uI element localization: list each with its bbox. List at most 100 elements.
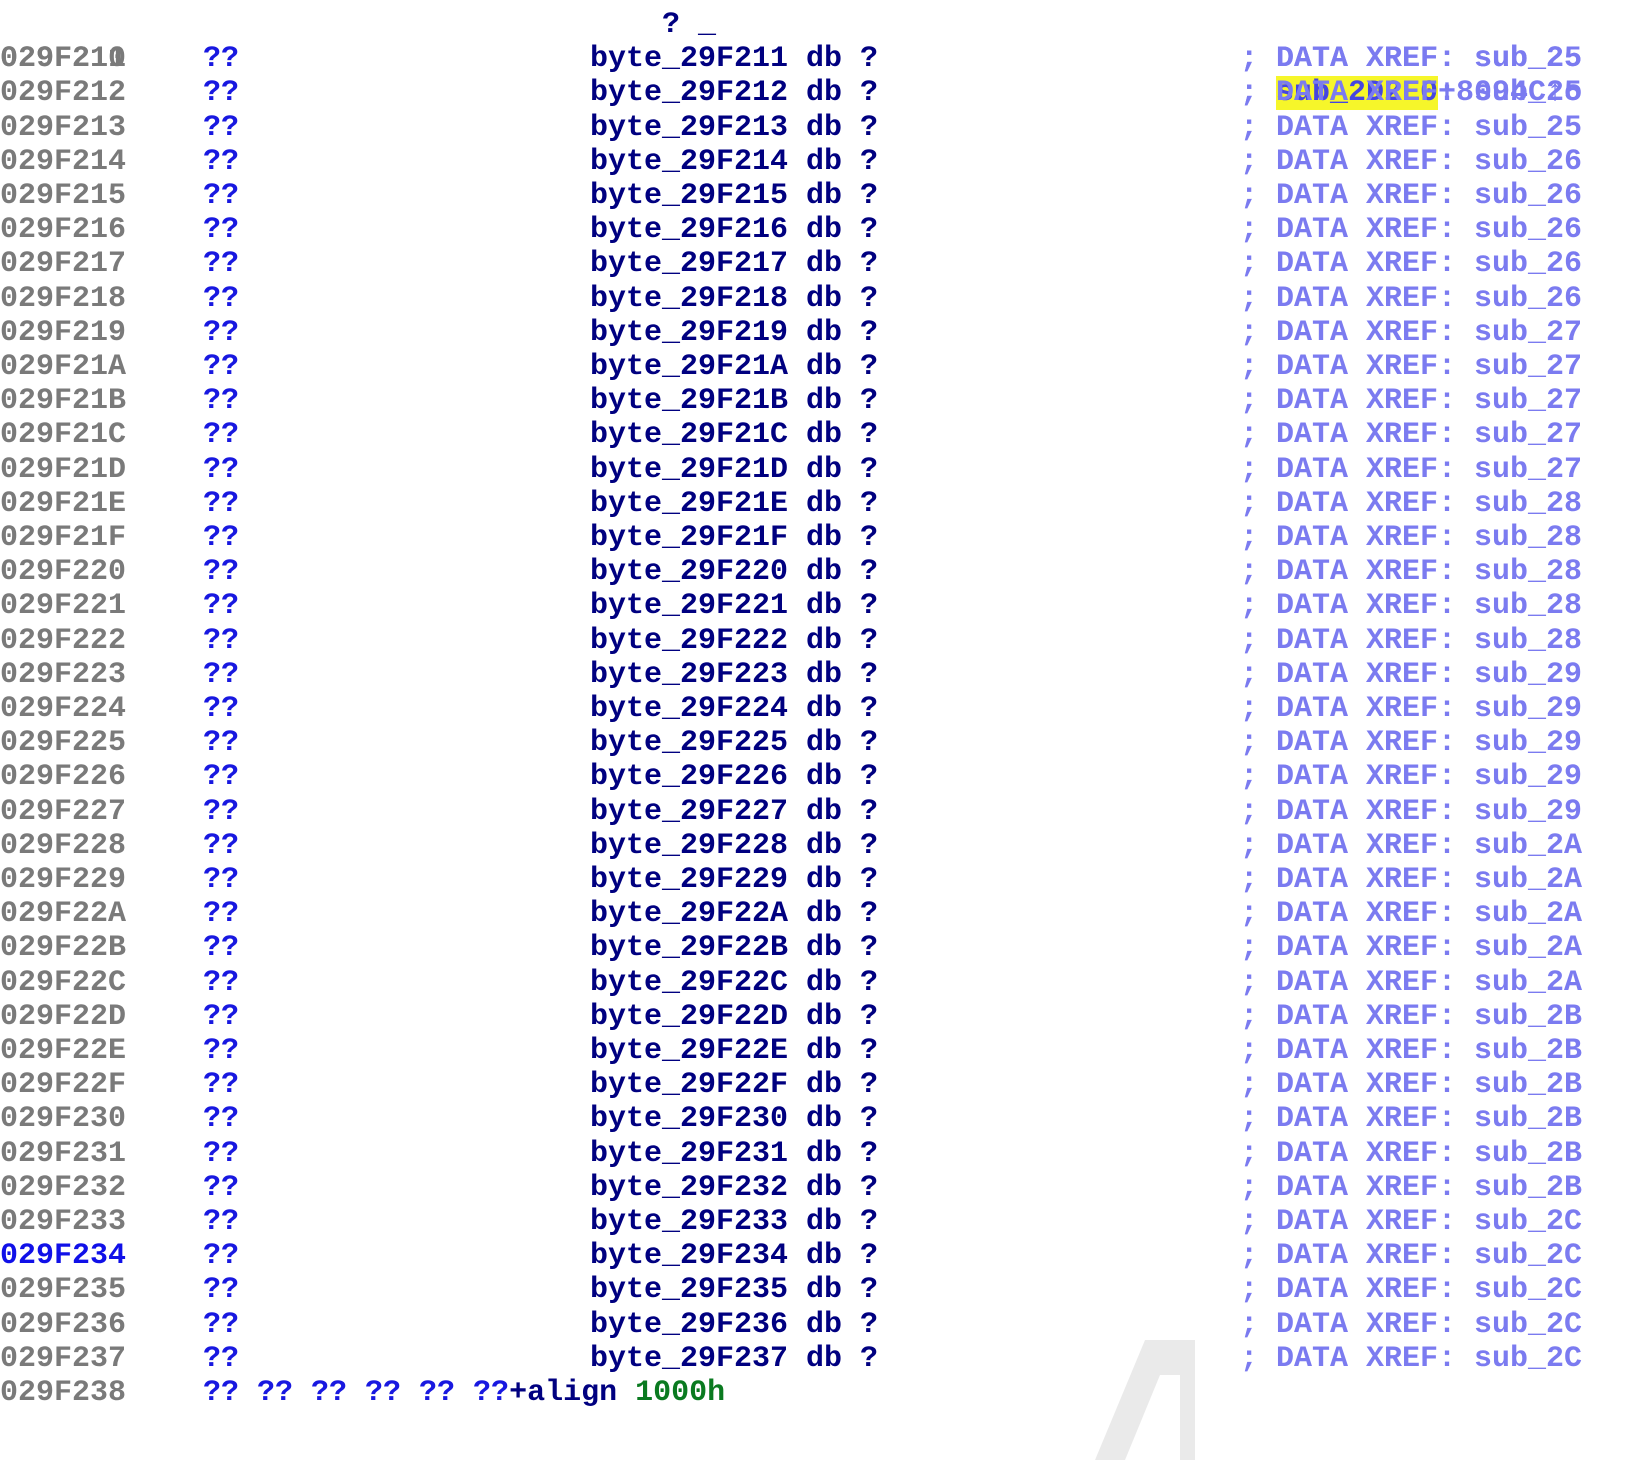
row-comment[interactable]: ; DATA XREF: sub_2A — [1240, 897, 1582, 931]
listing-row[interactable]: 0029F231?? byte_29F231 db ? ; DATA XREF: s… — [0, 1137, 1652, 1171]
listing-row[interactable]: 0029F21B?? byte_29F21B db ? ; DATA XREF: s… — [0, 384, 1652, 418]
row-address[interactable]: 0029F224 — [0, 692, 126, 726]
row-address[interactable]: 0029F232 — [0, 1171, 126, 1205]
row-address[interactable]: 0029F22A — [0, 897, 126, 931]
row-comment[interactable]: ; DATA XREF: sub_2A — [1240, 863, 1582, 897]
listing-row[interactable]: 0029F234?? byte_29F234 db ? ; DATA XREF: s… — [0, 1239, 1652, 1273]
row-address[interactable]: 0029F236 — [0, 1308, 126, 1342]
row-definition[interactable]: byte_29F216 db ? — [590, 213, 878, 247]
row-address[interactable]: 0029F213 — [0, 111, 126, 145]
row-comment[interactable]: ; DATA XREF: sub_2C — [1240, 1308, 1582, 1342]
row-address[interactable]: 0029F22C — [0, 966, 126, 1000]
row-address[interactable]: 0029F211 — [0, 42, 126, 76]
row-definition[interactable]: byte_29F224 db ? — [590, 692, 878, 726]
listing-row[interactable]: 0029F223?? byte_29F223 db ? ; DATA XREF: s… — [0, 658, 1652, 692]
row-definition[interactable]: byte_29F213 db ? — [590, 111, 878, 145]
row-address[interactable]: 0029F222 — [0, 624, 126, 658]
row-comment[interactable]: ; DATA XREF: sub_2B — [1240, 1000, 1582, 1034]
listing-row[interactable]: 0029F22D?? byte_29F22D db ? ; DATA XREF: s… — [0, 1000, 1652, 1034]
listing-row[interactable]: 0029F217?? byte_29F217 db ? ; DATA XREF: s… — [0, 247, 1652, 281]
row-address[interactable]: 0029F21F — [0, 521, 126, 555]
row-comment[interactable]: ; DATA XREF: sub_29 — [1240, 692, 1582, 726]
row-definition[interactable]: byte_29F21C db ? — [590, 418, 878, 452]
listing-row[interactable]: 0029F237?? byte_29F237 db ? ; DATA XREF: s… — [0, 1342, 1652, 1376]
listing-row[interactable]: 0029F22C?? byte_29F22C db ? ; DATA XREF: s… — [0, 966, 1652, 1000]
row-definition[interactable]: byte_29F231 db ? — [590, 1137, 878, 1171]
row-comment[interactable]: ; DATA XREF: sub_2A — [1240, 931, 1582, 965]
listing-row[interactable]: 0029F235?? byte_29F235 db ? ; DATA XREF: s… — [0, 1273, 1652, 1307]
row-definition[interactable]: byte_29F21A db ? — [590, 350, 878, 384]
row-definition[interactable]: byte_29F232 db ? — [590, 1171, 878, 1205]
row-definition[interactable]: byte_29F221 db ? — [590, 589, 878, 623]
listing-row[interactable]: 0029F22B?? byte_29F22B db ? ; DATA XREF: s… — [0, 931, 1652, 965]
row-address[interactable]: 0029F219 — [0, 316, 126, 350]
listing-row[interactable]: 0029F21D?? byte_29F21D db ? ; DATA XREF: s… — [0, 453, 1652, 487]
row-definition[interactable]: byte_29F22A db ? — [590, 897, 878, 931]
row-definition[interactable]: byte_29F21F db ? — [590, 521, 878, 555]
row-definition[interactable]: byte_29F219 db ? — [590, 316, 878, 350]
row-definition[interactable]: byte_29F223 db ? — [590, 658, 878, 692]
row-comment[interactable]: ; DATA XREF: sub_2A — [1240, 966, 1582, 1000]
row-address[interactable]: 0029F237 — [0, 1342, 126, 1376]
row-comment[interactable]: ; DATA XREF: sub_2B — [1240, 1171, 1582, 1205]
row-address[interactable]: 0029F22B — [0, 931, 126, 965]
row-comment[interactable]: ; DATA XREF: sub_26 — [1240, 282, 1582, 316]
row-address[interactable]: 0029F230 — [0, 1102, 126, 1136]
row-address[interactable]: 0029F231 — [0, 1137, 126, 1171]
row-address[interactable]: 0029F21C — [0, 418, 126, 452]
row-address[interactable]: 0029F234 — [0, 1239, 126, 1273]
listing-row[interactable]: 0029F219?? byte_29F219 db ? ; DATA XREF: s… — [0, 316, 1652, 350]
row-definition[interactable]: byte_29F233 db ? — [590, 1205, 878, 1239]
row-address[interactable]: 0029F223 — [0, 658, 126, 692]
row-definition[interactable]: byte_29F222 db ? — [590, 624, 878, 658]
listing-row[interactable]: 0029F213?? byte_29F213 db ? ; DATA XREF: s… — [0, 111, 1652, 145]
row-comment[interactable]: ; DATA XREF: sub_25 — [1240, 111, 1582, 145]
listing-row[interactable]: 0029F228?? byte_29F228 db ? ; DATA XREF: s… — [0, 829, 1652, 863]
listing-row[interactable]: 0029F229?? byte_29F229 db ? ; DATA XREF: s… — [0, 863, 1652, 897]
row-comment[interactable]: ; DATA XREF: sub_29 — [1240, 760, 1582, 794]
row-address[interactable]: 0029F215 — [0, 179, 126, 213]
listing-row[interactable]: 0029F21F?? byte_29F21F db ? ; DATA XREF: s… — [0, 521, 1652, 555]
listing-row[interactable]: 0029F210 ; sub_2D2E0+8094C↑o — [0, 8, 1652, 110]
row-comment[interactable]: ; DATA XREF: sub_2C — [1240, 1342, 1582, 1376]
listing-row-align[interactable]: 0029F238 ?? ?? ?? ?? ?? ??+align 1000h — [0, 1376, 1652, 1410]
listing-row[interactable]: 0029F226?? byte_29F226 db ? ; DATA XREF: s… — [0, 760, 1652, 794]
row-definition[interactable]: byte_29F214 db ? — [590, 145, 878, 179]
row-definition[interactable]: byte_29F22E db ? — [590, 1034, 878, 1068]
row-definition[interactable]: byte_29F22C db ? — [590, 966, 878, 1000]
row-address[interactable]: 0029F233 — [0, 1205, 126, 1239]
row-address[interactable]: 0029F21A — [0, 350, 126, 384]
listing-row[interactable]: 0029F221?? byte_29F221 db ? ; DATA XREF: s… — [0, 589, 1652, 623]
listing-row[interactable]: 0029F236?? byte_29F236 db ? ; DATA XREF: s… — [0, 1308, 1652, 1342]
row-comment[interactable]: ; DATA XREF: sub_25 — [1240, 42, 1582, 76]
row-definition[interactable]: byte_29F230 db ? — [590, 1102, 878, 1136]
listing-row[interactable]: 0029F21C?? byte_29F21C db ? ; DATA XREF: s… — [0, 418, 1652, 452]
listing-row[interactable]: 0029F225?? byte_29F225 db ? ; DATA XREF: s… — [0, 726, 1652, 760]
listing-row-partial[interactable]: ? _ ; DATA XREF: sub_25 — [0, 0, 1652, 76]
row-comment[interactable]: ; DATA XREF: sub_2C — [1240, 1273, 1582, 1307]
row-comment[interactable]: ; DATA XREF: sub_28 — [1240, 624, 1582, 658]
row-address[interactable]: 0029F216 — [0, 213, 126, 247]
row-comment[interactable]: ; DATA XREF: sub_2B — [1240, 1137, 1582, 1171]
row-definition[interactable]: byte_29F21D db ? — [590, 453, 878, 487]
listing-row[interactable]: 0029F222?? byte_29F222 db ? ; DATA XREF: s… — [0, 624, 1652, 658]
row-definition[interactable]: byte_29F217 db ? — [590, 247, 878, 281]
row-address[interactable]: 0029F225 — [0, 726, 126, 760]
row-comment[interactable]: ; DATA XREF: sub_28 — [1240, 487, 1582, 521]
listing-row[interactable]: 0029F230?? byte_29F230 db ? ; DATA XREF: s… — [0, 1102, 1652, 1136]
row-address[interactable]: 0029F22F — [0, 1068, 126, 1102]
row-address[interactable]: 0029F214 — [0, 145, 126, 179]
row-address[interactable]: 0029F221 — [0, 589, 126, 623]
row-definition[interactable]: byte_29F235 db ? — [590, 1273, 878, 1307]
listing-row[interactable]: 0029F218?? byte_29F218 db ? ; DATA XREF: s… — [0, 282, 1652, 316]
row-address[interactable]: 0029F212 — [0, 76, 126, 110]
listing-row[interactable]: 0029F224?? byte_29F224 db ? ; DATA XREF: s… — [0, 692, 1652, 726]
row-address[interactable]: 0029F217 — [0, 247, 126, 281]
row-comment[interactable]: ; DATA XREF: sub_26 — [1240, 213, 1582, 247]
listing-row[interactable]: 0029F227?? byte_29F227 db ? ; DATA XREF: s… — [0, 795, 1652, 829]
listing-row[interactable]: 0029F22F?? byte_29F22F db ? ; DATA XREF: s… — [0, 1068, 1652, 1102]
row-address[interactable]: 0029F218 — [0, 282, 126, 316]
listing-row[interactable]: 0029F216?? byte_29F216 db ? ; DATA XREF: s… — [0, 213, 1652, 247]
row-address[interactable]: 0029F220 — [0, 555, 126, 589]
row-comment[interactable]: ; DATA XREF: sub_27 — [1240, 316, 1582, 350]
